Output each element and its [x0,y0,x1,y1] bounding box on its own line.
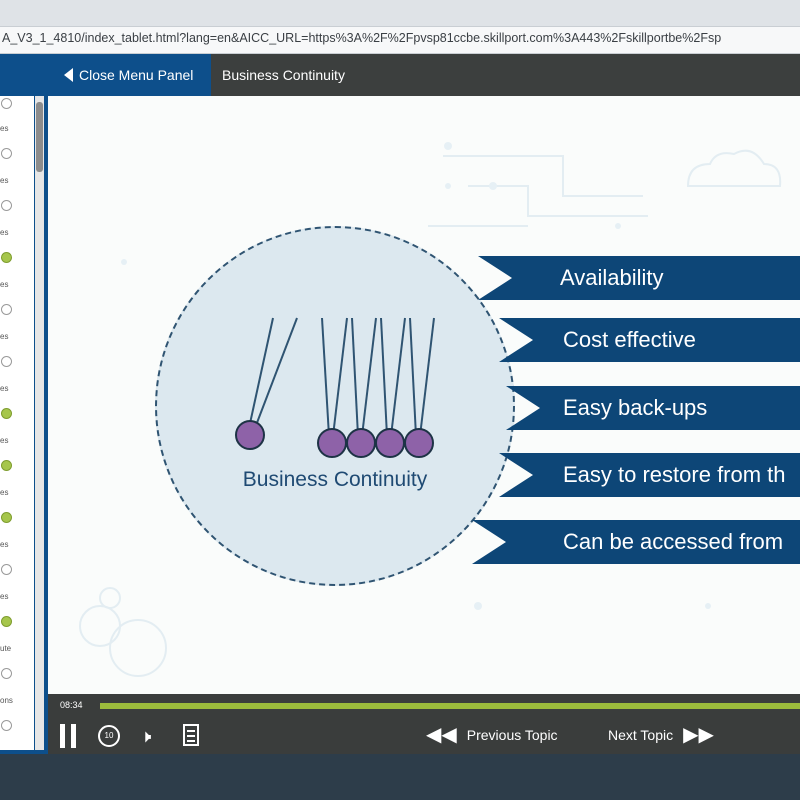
url-text: A_V3_1_4810/index_tablet.html?lang=en&AI… [2,31,722,45]
slide-area: Business Continuity Availability Cost ef… [48,96,800,694]
menu-list[interactable]: es es es es es es es es es es ute ons [0,96,34,750]
completed-status-icon [1,408,12,419]
pause-icon [60,724,65,748]
replay-10-icon: 10 [104,731,114,740]
benefit-label: Easy back-ups [563,395,708,420]
incomplete-status-icon [1,98,12,109]
course-header: Close Menu Panel Business Continuity [0,54,800,96]
volume-button[interactable]: 🕨 [140,726,151,746]
benefit-label: Availability [560,265,664,290]
menu-panel: es es es es es es es es es es ute ons [0,96,48,754]
close-menu-panel-button[interactable]: Close Menu Panel [0,54,211,96]
newtons-cradle-icon [248,317,435,437]
menu-item-label[interactable]: es [0,176,8,185]
menu-item-label[interactable]: es [0,124,8,133]
circle-title: Business Continuity [242,468,428,491]
benefit-label: Easy to restore from th [563,462,786,487]
benefit-bar-cost-effective: Cost effective [499,318,800,362]
menu-item-label[interactable]: ute [0,644,11,653]
benefit-label: Cost effective [563,327,696,352]
player-controls: 08:34 10 🕨 ◀◀ Previous Topic Next Topic … [48,694,800,754]
next-topic-button[interactable]: Next Topic ▶▶ [608,724,714,746]
pendulum-ball [346,428,376,458]
chevron-left-icon [64,68,73,82]
incomplete-status-icon [1,564,12,575]
pendulum-ball [375,428,405,458]
page-footer [0,754,800,800]
incomplete-status-icon [1,200,12,211]
benefit-bar-easy-restore: Easy to restore from th [499,453,800,497]
menu-item-label[interactable]: ons [0,696,13,705]
incomplete-status-icon [1,304,12,315]
menu-scrollbar-thumb[interactable] [36,102,43,172]
pendulum-ball [404,428,434,458]
transcript-button[interactable] [183,724,199,746]
benefit-bar-easy-backups: Easy back-ups [506,386,800,430]
completed-status-icon [1,512,12,523]
menu-item-label[interactable]: es [0,332,8,341]
pendulum-ball [317,428,347,458]
pendulum-ball [235,420,265,450]
menu-item-label[interactable]: es [0,488,8,497]
menu-item-label[interactable]: es [0,592,8,601]
benefit-bar-availability: Availability [478,256,800,300]
previous-topic-button[interactable]: ◀◀ Previous Topic [426,724,558,746]
course-title: Business Continuity [222,67,345,83]
menu-item-label[interactable]: es [0,280,8,289]
menu-item-label[interactable]: es [0,384,8,393]
benefit-bar-can-be-accessed: Can be accessed from [472,520,800,564]
incomplete-status-icon [1,720,12,731]
menu-item-label[interactable]: es [0,540,8,549]
incomplete-status-icon [1,668,12,679]
double-chevron-right-icon: ▶▶ [683,724,714,746]
menu-scrollbar[interactable] [35,96,44,750]
menu-item-label[interactable]: es [0,228,8,237]
document-icon [187,730,195,732]
completed-status-icon [1,460,12,471]
previous-topic-label: Previous Topic [466,727,558,743]
incomplete-status-icon [1,356,12,367]
elapsed-time: 08:34 [60,700,83,710]
incomplete-status-icon [1,148,12,159]
close-menu-label: Close Menu Panel [79,67,194,83]
next-topic-label: Next Topic [608,727,674,743]
double-chevron-left-icon: ◀◀ [426,724,457,746]
progress-bar[interactable] [100,703,800,709]
replay-10-button[interactable]: 10 [98,725,120,747]
completed-status-icon [1,616,12,627]
benefit-label: Can be accessed from [563,529,784,554]
browser-address-bar: A_V3_1_4810/index_tablet.html?lang=en&AI… [0,0,800,54]
menu-item-label[interactable]: es [0,436,8,445]
business-continuity-circle: Business Continuity [155,226,515,586]
completed-status-icon [1,252,12,263]
speaker-icon: 🕨 [140,726,152,746]
url-field[interactable]: A_V3_1_4810/index_tablet.html?lang=en&AI… [0,26,800,54]
pause-button[interactable] [58,724,78,748]
